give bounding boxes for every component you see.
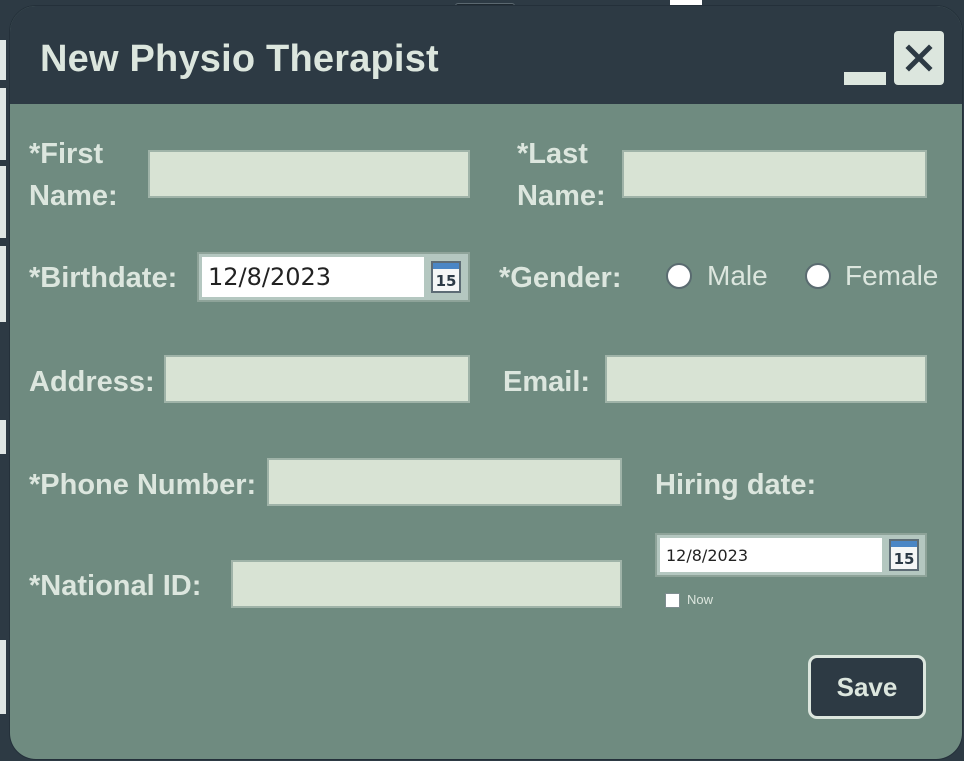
birthdate-picker[interactable]: 12/8/2023 15 — [197, 252, 470, 302]
minimize-button[interactable] — [844, 72, 886, 85]
gender-label: *Gender: — [499, 262, 622, 294]
first-name-label-line2: Name: — [29, 180, 118, 212]
calendar-day: 15 — [893, 550, 915, 568]
national-id-input[interactable] — [231, 560, 622, 608]
save-button[interactable]: Save — [808, 655, 926, 719]
background-window-edge — [0, 420, 6, 454]
last-name-label: *Last Name: — [517, 133, 606, 217]
hiring-date-label: Hiring date: — [655, 469, 817, 501]
background-window-edge — [0, 40, 6, 80]
background-window-edge — [0, 166, 6, 238]
calendar-day: 15 — [435, 272, 457, 290]
email-label: Email: — [503, 366, 591, 398]
first-name-label: *First Name: — [29, 133, 118, 217]
background-window-tab — [670, 0, 702, 5]
hiring-date-value[interactable]: 12/8/2023 — [660, 538, 882, 572]
dialog-title: New Physio Therapist — [40, 38, 439, 80]
first-name-input[interactable] — [148, 150, 470, 198]
national-id-label: *National ID: — [29, 570, 202, 602]
phone-input[interactable] — [267, 458, 622, 506]
background-window-edge — [0, 640, 6, 714]
close-icon — [905, 44, 933, 72]
birthdate-value[interactable]: 12/8/2023 — [202, 257, 424, 297]
last-name-label-line2: Name: — [517, 180, 606, 212]
calendar-icon[interactable]: 15 — [431, 261, 461, 293]
title-bar[interactable]: New Physio Therapist — [10, 6, 962, 104]
last-name-input[interactable] — [622, 150, 927, 198]
new-therapist-dialog: New Physio Therapist *First Name: *Last … — [10, 6, 962, 759]
first-name-label-line1: *First — [29, 138, 104, 170]
gender-female-radio[interactable] — [805, 263, 831, 289]
email-input[interactable] — [605, 355, 927, 403]
gender-male-radio[interactable] — [666, 263, 692, 289]
hiring-date-picker[interactable]: 12/8/2023 15 — [655, 533, 927, 577]
now-checkbox[interactable] — [665, 593, 680, 608]
background-window-edge — [0, 88, 6, 160]
address-label: Address: — [29, 366, 155, 398]
gender-female-label[interactable]: Female — [845, 256, 938, 296]
close-button[interactable] — [894, 31, 944, 85]
gender-male-label[interactable]: Male — [707, 256, 768, 296]
address-input[interactable] — [164, 355, 470, 403]
calendar-icon[interactable]: 15 — [889, 539, 919, 571]
background-window-edge — [0, 246, 6, 322]
now-label[interactable]: Now — [687, 592, 713, 607]
birthdate-label: *Birthdate: — [29, 262, 178, 294]
phone-label: *Phone Number: — [29, 469, 257, 501]
last-name-label-line1: *Last — [517, 138, 588, 170]
